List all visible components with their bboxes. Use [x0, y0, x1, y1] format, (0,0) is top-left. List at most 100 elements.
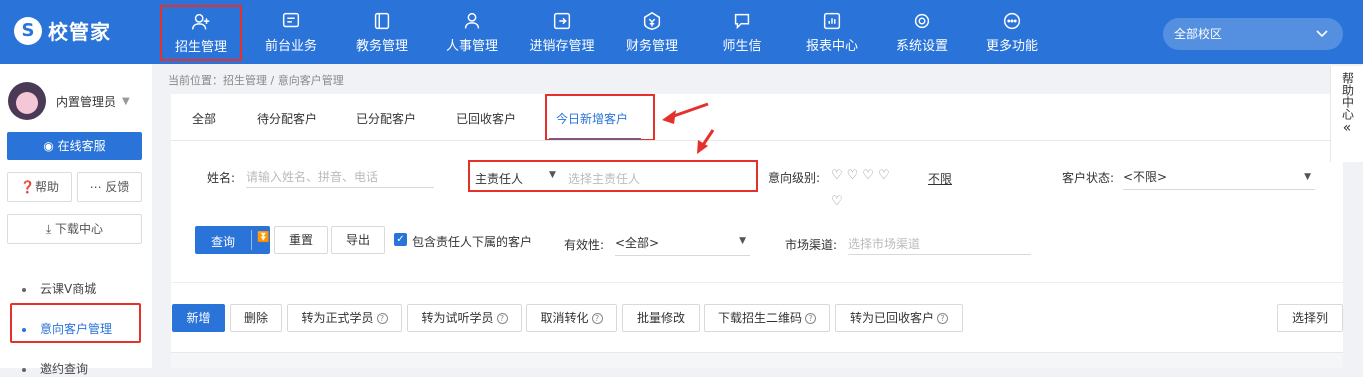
status-select[interactable]: <不限> ▼	[1123, 168, 1315, 190]
to-formal-button[interactable]: 转为正式学员?	[287, 304, 402, 332]
tab-all[interactable]: 全部	[192, 110, 216, 127]
monitor-icon	[282, 12, 300, 28]
channel-label: 市场渠道:	[785, 238, 838, 252]
nav-label: 报表中心	[805, 39, 858, 54]
help-circle-icon: ?	[591, 313, 603, 324]
double-chevron-left-icon[interactable]: «	[1331, 120, 1363, 136]
cancel-convert-button[interactable]: 取消转化?	[526, 304, 617, 332]
nav-settings[interactable]: 系统设置	[887, 0, 957, 64]
select-columns-button[interactable]: 选择列	[1277, 304, 1343, 332]
level-unlimited-link[interactable]: 不限	[928, 170, 952, 187]
tab-assigned[interactable]: 已分配客户	[356, 110, 416, 127]
nav-enrollment[interactable]: 招生管理	[160, 5, 242, 61]
online-service-button[interactable]: ◉ 在线客服	[7, 132, 142, 160]
owner-filter: 主责任人 ▼ 选择主责任人	[468, 160, 758, 192]
double-chevron-down-icon[interactable]: ⏬	[257, 232, 269, 243]
button-label: 转为试听学员	[421, 311, 494, 325]
validity-select[interactable]: <全部> ▼	[615, 234, 750, 256]
nav-label: 师生信	[722, 39, 762, 54]
nav-finance[interactable]: 财务管理	[617, 0, 687, 64]
sidebar-item-label: 云课V商城	[40, 282, 97, 296]
level-hearts[interactable]: ♡♡♡♡	[831, 168, 894, 183]
nav-label: 教务管理	[355, 39, 408, 54]
user-name: 内置管理员	[56, 94, 117, 109]
campus-select[interactable]: 全部校区	[1163, 18, 1343, 50]
download-icon: ⤓	[45, 222, 56, 236]
validity-value: <全部>	[615, 236, 660, 250]
logo-icon: S	[14, 16, 42, 45]
divider	[251, 230, 252, 250]
help-circle-icon: ?	[937, 313, 948, 324]
status-value: <不限>	[1123, 170, 1168, 184]
nav-label: 更多功能	[985, 39, 1038, 54]
feedback-label: 反馈	[105, 180, 130, 194]
sidebar: 内置管理员 ▼ ◉ 在线客服 ❓帮助 ⋯ 反馈 ⤓ 下载中心 云课V商城 意向客…	[0, 64, 152, 376]
headset-icon: ◉	[43, 139, 58, 153]
button-label: 转为已回收客户	[849, 311, 934, 325]
download-center-button[interactable]: ⤓ 下载中心	[7, 214, 142, 244]
avatar	[8, 82, 46, 120]
table-header	[171, 352, 1343, 368]
button-label: 下载招生二维码	[717, 311, 802, 325]
breadcrumb: 当前位置：招生管理 / 意向客户管理	[168, 74, 344, 87]
nav-hr[interactable]: 人事管理	[437, 0, 507, 64]
name-input[interactable]: 请输入姓名、拼音、电话	[246, 166, 434, 188]
caret-down-icon: ▼	[739, 236, 746, 246]
user-menu[interactable]: 内置管理员 ▼	[8, 82, 130, 120]
bullet	[22, 287, 26, 292]
chevron-down-icon	[1315, 18, 1329, 62]
question-icon: ❓	[20, 180, 35, 194]
export-button[interactable]: 导出	[331, 226, 385, 254]
logo-text: 校管家	[48, 20, 111, 44]
owner-type-select[interactable]: 主责任人	[475, 170, 523, 187]
add-button[interactable]: 新增	[172, 304, 225, 332]
to-recycled-button[interactable]: 转为已回收客户?	[835, 304, 963, 332]
nav-label: 财务管理	[625, 39, 678, 54]
sidebar-item-invites[interactable]: 邀约查询	[22, 360, 88, 377]
highlight-box	[545, 94, 655, 141]
top-nav-bar: S 校管家 招生管理 前台业务 教务管理 人事管理 进销存管理 财务管理 师生信…	[0, 0, 1363, 64]
level-label: 意向级别:	[768, 171, 821, 185]
sidebar-item-mall[interactable]: 云课V商城	[22, 280, 96, 297]
caret-down-icon: ▼	[122, 95, 130, 107]
nav-front-desk[interactable]: 前台业务	[256, 0, 326, 64]
nav-reports[interactable]: 报表中心	[797, 0, 867, 64]
nav-inventory[interactable]: 进销存管理	[522, 0, 602, 64]
caret-down-icon: ▼	[1304, 172, 1311, 182]
delete-button[interactable]: 删除	[230, 304, 282, 332]
online-service-label: 在线客服	[57, 139, 106, 153]
status-label: 客户状态:	[1062, 171, 1115, 185]
button-label: 转为正式学员	[301, 311, 374, 325]
inventory-icon	[553, 12, 571, 30]
download-qr-button[interactable]: 下载招生二维码?	[704, 304, 830, 332]
include-sub-checkbox[interactable]: ✓	[394, 233, 407, 246]
batch-edit-button[interactable]: 批量修改	[622, 304, 700, 332]
feedback-button[interactable]: ⋯ 反馈	[77, 172, 142, 202]
nav-label: 系统设置	[895, 39, 948, 54]
to-trial-button[interactable]: 转为试听学员?	[407, 304, 522, 332]
help-button[interactable]: ❓帮助	[7, 172, 72, 202]
annotation-arrow-icon	[697, 129, 715, 154]
download-label: 下载中心	[55, 222, 104, 236]
name-label: 姓名:	[207, 171, 236, 185]
heart-icon[interactable]: ♡	[831, 194, 843, 209]
annotation-arrow-icon	[662, 102, 709, 124]
divider	[171, 140, 1343, 141]
owner-select[interactable]: 选择主责任人	[568, 170, 640, 187]
more-icon	[1003, 12, 1021, 30]
divider	[171, 282, 1343, 283]
tab-recycled[interactable]: 已回收客户	[456, 110, 516, 127]
channel-input[interactable]: 选择市场渠道	[848, 233, 1031, 255]
tab-unassigned[interactable]: 待分配客户	[257, 110, 317, 127]
search-button[interactable]: 查询 ⏬	[195, 226, 270, 254]
reset-button[interactable]: 重置	[274, 226, 328, 254]
app-logo[interactable]: S 校管家	[14, 16, 111, 45]
help-center-strip[interactable]: 帮助中心 «	[1330, 66, 1363, 162]
nav-more[interactable]: 更多功能	[977, 0, 1047, 64]
help-circle-icon: ?	[496, 313, 508, 324]
nav-messages[interactable]: 师生信	[707, 0, 777, 64]
person-icon	[464, 12, 480, 29]
nav-label: 招生管理	[174, 40, 227, 55]
main-panel: 全部 待分配客户 已分配客户 已回收客户 今日新增客户 姓名: 请输入姓名、拼音…	[171, 94, 1343, 368]
nav-academic[interactable]: 教务管理	[347, 0, 417, 64]
